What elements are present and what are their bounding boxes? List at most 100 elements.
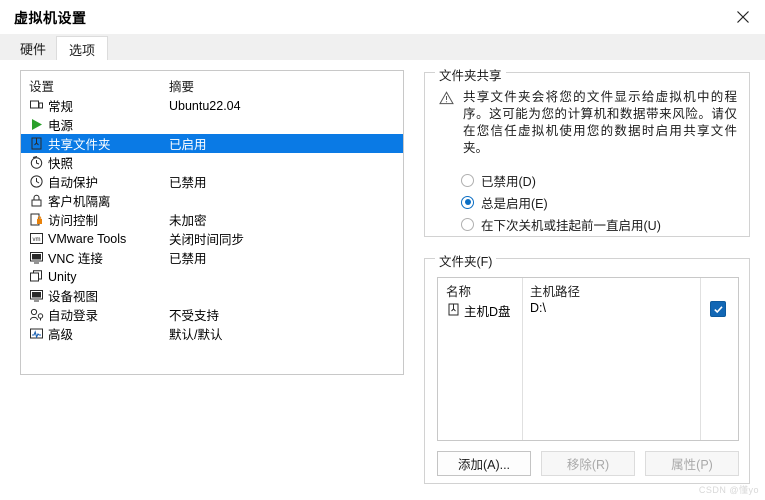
folders-group: 文件夹(F) 名称 主机路径 主机D盘 D:\ 添加(A)... 移除(R) 属性(P… [424, 251, 750, 484]
folder-sharing-group: 文件夹共享 共享文件夹会将您的文件显示给虚拟机中的程序。这可能为您的计算机和数据… [424, 65, 750, 237]
monitor-icon [30, 100, 43, 109]
folder-icon [448, 303, 459, 316]
settings-row-label: 常规 [48, 100, 74, 114]
settings-row-label: 共享文件夹 [48, 138, 111, 152]
dialog-body: 设置 摘要 常规 Ubuntu22.04 电源共享文件夹 已启用快照 自动保护 已禁用客户… [0, 60, 765, 500]
check-icon [713, 305, 723, 313]
vnc-icon-wrap [29, 250, 44, 265]
folders-table-header: 名称 主机路径 [438, 278, 738, 299]
settings-row-3[interactable]: 快照 [21, 153, 403, 172]
autoprotect-icon [30, 175, 43, 188]
auto-login-icon-wrap [29, 307, 44, 322]
title-bar: 虚拟机设置 [0, 0, 765, 35]
folders-table[interactable]: 名称 主机路径 主机D盘 D:\ [437, 277, 739, 441]
folder-row-0[interactable]: 主机D盘 D:\ [438, 299, 738, 321]
folders-button-row: 添加(A)... 移除(R) 属性(P) [437, 451, 739, 476]
settings-row-label: VMware Tools [48, 231, 127, 246]
radio-button-icon[interactable] [461, 173, 474, 187]
svg-text:vm: vm [33, 237, 41, 243]
window-title: 虚拟机设置 [14, 10, 87, 26]
settings-row-11[interactable]: 自动登录 不受支持 [21, 305, 403, 324]
settings-row-1[interactable]: 电源 [21, 115, 403, 134]
settings-row-8[interactable]: VNC 连接 已禁用 [21, 248, 403, 267]
sharing-option-label: 已禁用(D) [481, 174, 536, 189]
settings-row-label: Unity [48, 269, 77, 284]
sharing-option-1[interactable]: 总是启用(E) [461, 191, 661, 213]
settings-row-10[interactable]: 设备视图 [21, 286, 403, 305]
warning-triangle-icon [439, 89, 454, 157]
advanced-icon [30, 328, 43, 339]
settings-rows: 常规 Ubuntu22.04 电源 共享文件夹 已启用 快照 自动保护 已禁用 客户机隔离 访问控… [21, 96, 403, 343]
device-view-icon-wrap [29, 288, 44, 303]
settings-row-4[interactable]: 自动保护 已禁用 [21, 172, 403, 191]
settings-row-label: 设备视图 [48, 290, 99, 304]
settings-row-summary: 未加密 [169, 214, 207, 228]
settings-row-label: 自动登录 [48, 309, 99, 323]
settings-row-label: VNC 连接 [48, 252, 103, 266]
settings-row-12[interactable]: 高级 默认/默认 [21, 324, 403, 343]
sharing-option-label: 在下次关机或挂起前一直启用(U) [481, 218, 661, 233]
vmware-tools-icon-wrap: vm [29, 231, 44, 246]
power-play-icon [32, 119, 42, 130]
folder-sharing-warning: 共享文件夹会将您的文件显示给虚拟机中的程序。这可能为您的计算机和数据带来风险。请… [439, 89, 737, 157]
settings-list-panel[interactable]: 设置 摘要 常规 Ubuntu22.04 电源共享文件夹 已启用快照 自动保护 已禁用客户… [20, 70, 404, 375]
tab-hardware[interactable]: 硬件 [8, 36, 59, 60]
shared-folder-icon-wrap [29, 136, 44, 151]
settings-row-label: 快照 [48, 157, 74, 171]
folders-button-2: 属性(P) [645, 451, 739, 476]
folder-sharing-title: 文件夹共享 [435, 65, 506, 84]
watermark: CSDN @懂yo [698, 485, 759, 495]
settings-column-header-summary: 摘要 [169, 80, 195, 94]
power-play-icon-wrap [29, 117, 44, 132]
settings-row-label: 客户机隔离 [48, 195, 111, 209]
folder-enabled-checkbox[interactable] [710, 301, 726, 317]
lock-icon [31, 194, 42, 207]
tab-options-label: 选项 [69, 42, 96, 58]
advanced-icon-wrap [29, 326, 44, 341]
radio-button-icon[interactable] [461, 195, 474, 209]
settings-row-2[interactable]: 共享文件夹 已启用 [21, 134, 403, 153]
tab-strip: 硬件 选项 [0, 34, 765, 61]
settings-row-6[interactable]: 访问控制 未加密 [21, 210, 403, 229]
sharing-option-label: 总是启用(E) [481, 196, 548, 211]
folders-column-header-host-path: 主机路径 [530, 285, 581, 299]
settings-row-9[interactable]: Unity [21, 267, 403, 286]
settings-row-0[interactable]: 常规 Ubuntu22.04 [21, 96, 403, 115]
folder-sharing-warning-text: 共享文件夹会将您的文件显示给虚拟机中的程序。这可能为您的计算机和数据带来风险。请… [463, 90, 737, 155]
tab-hardware-label: 硬件 [20, 41, 47, 57]
shared-folder-icon [31, 137, 42, 150]
vnc-icon [30, 252, 43, 264]
settings-row-summary: 已禁用 [169, 252, 207, 266]
close-icon [737, 10, 749, 23]
settings-row-label: 电源 [48, 119, 74, 133]
folder-sharing-options: 已禁用(D) 总是启用(E) 在下次关机或挂起前一直启用(U) [461, 169, 661, 235]
settings-row-7[interactable]: vm VMware Tools 关闭时间同步 [21, 229, 403, 248]
snapshot-clock-icon-wrap [29, 155, 44, 170]
device-view-icon [30, 290, 43, 302]
folders-title: 文件夹(F) [435, 251, 497, 270]
folders-button-0[interactable]: 添加(A)... [437, 451, 531, 476]
access-control-icon [30, 213, 42, 226]
settings-row-summary: Ubuntu22.04 [169, 98, 241, 113]
tab-options[interactable]: 选项 [56, 36, 109, 61]
unity-icon [30, 270, 42, 282]
settings-row-label: 访问控制 [48, 214, 99, 228]
folders-button-1: 移除(R) [541, 451, 635, 476]
monitor-icon-wrap [29, 98, 44, 113]
sharing-option-0[interactable]: 已禁用(D) [461, 169, 661, 191]
folder-host-path: D:\ [530, 301, 546, 315]
sharing-option-2[interactable]: 在下次关机或挂起前一直启用(U) [461, 213, 661, 235]
autoprotect-icon-wrap [29, 174, 44, 189]
radio-button-icon[interactable] [461, 217, 474, 231]
access-control-icon-wrap [29, 212, 44, 227]
settings-row-summary: 不受支持 [169, 309, 220, 323]
settings-row-summary: 已启用 [169, 138, 207, 152]
vmware-tools-icon: vm [30, 233, 43, 244]
folders-rows: 主机D盘 D:\ [438, 299, 738, 321]
folder-icon-wrap [446, 302, 461, 320]
snapshot-clock-icon [30, 156, 43, 169]
settings-row-summary: 关闭时间同步 [169, 233, 245, 247]
close-button[interactable] [721, 0, 765, 33]
settings-row-5[interactable]: 客户机隔离 [21, 191, 403, 210]
settings-column-header-name: 设置 [29, 80, 55, 94]
